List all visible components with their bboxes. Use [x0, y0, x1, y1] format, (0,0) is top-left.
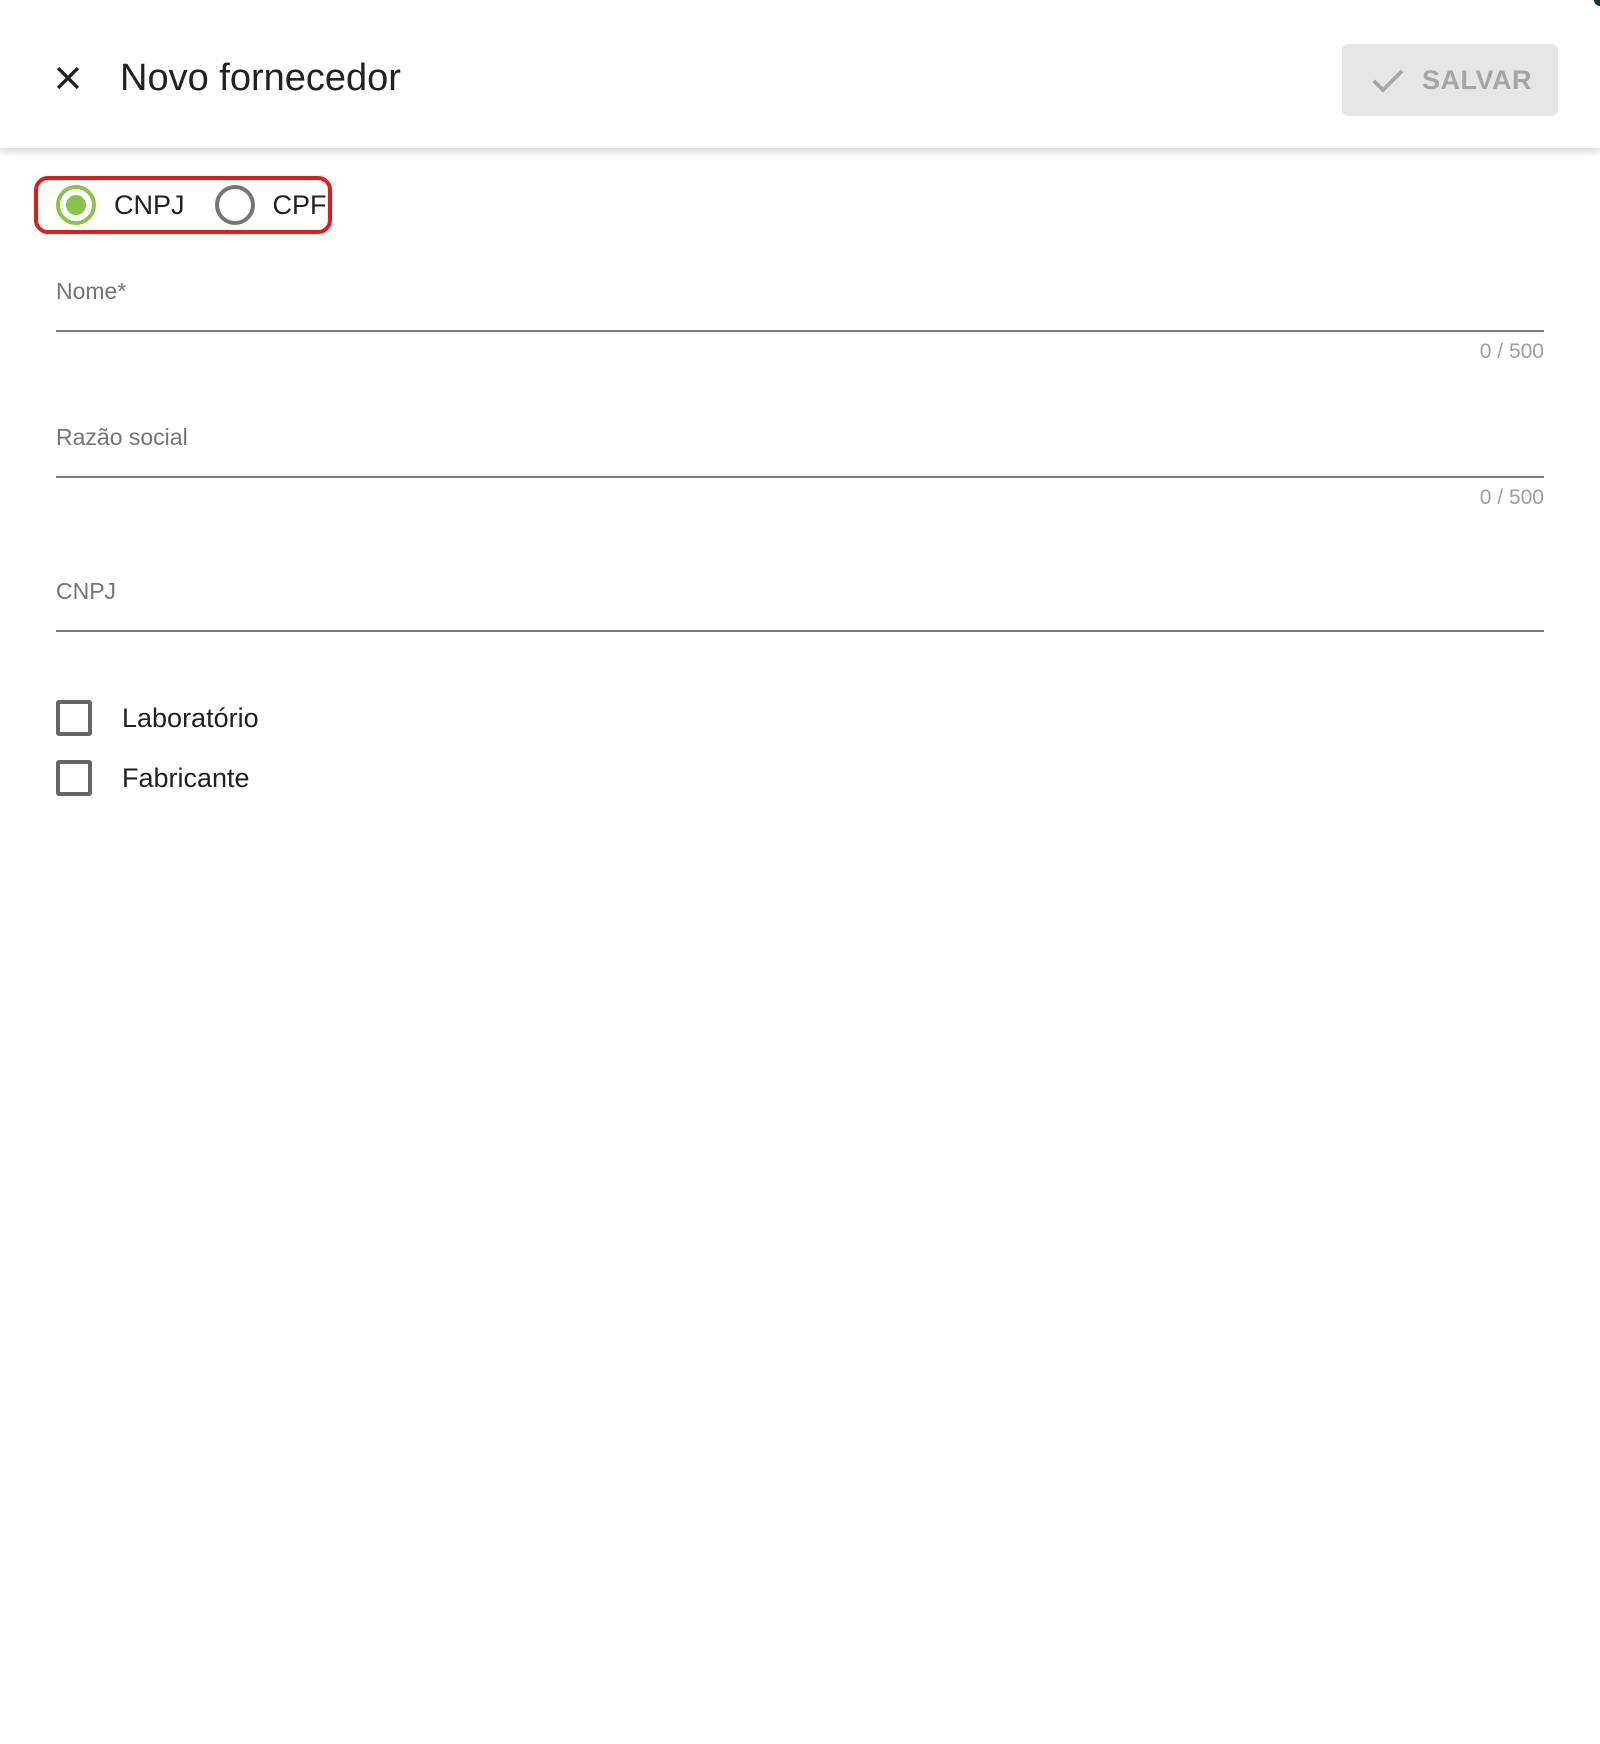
header-corner — [1594, 0, 1600, 6]
nome-char-counter: 0 / 500 — [1479, 340, 1544, 363]
radio-option-cnpj[interactable]: CNPJ — [56, 185, 185, 225]
radio-checked-icon — [56, 185, 96, 225]
radio-label-cnpj: CNPJ — [114, 189, 185, 220]
cnpj-underline — [56, 630, 1544, 632]
radio-option-cpf[interactable]: CPF — [214, 185, 327, 225]
new-supplier-dialog: Novo fornecedor SALVAR CNPJ CPF Nome* 0 … — [0, 0, 1600, 1744]
cnpj-field: CNPJ — [56, 568, 1544, 650]
razao-social-underline — [56, 476, 1544, 478]
cnpj-label: CNPJ — [56, 578, 117, 604]
close-icon — [56, 66, 80, 90]
nome-input[interactable] — [56, 306, 1544, 350]
checkbox-label-laboratorio: Laboratório — [122, 702, 259, 733]
radio-label-cpf: CPF — [272, 189, 327, 220]
checkbox-unchecked-icon — [56, 700, 92, 736]
nome-underline — [56, 330, 1544, 332]
razao-social-label: Razão social — [56, 424, 188, 450]
save-button-label: SALVAR — [1422, 64, 1532, 95]
radio-unchecked-icon — [214, 185, 255, 225]
dialog-header: Novo fornecedor SALVAR — [0, 0, 1600, 148]
document-type-radio-group: CNPJ CPF — [34, 176, 332, 234]
checkbox-unchecked-icon — [56, 760, 92, 796]
save-button[interactable]: SALVAR — [1342, 44, 1558, 116]
checkbox-fabricante[interactable]: Fabricante — [56, 760, 250, 796]
cnpj-input[interactable] — [56, 606, 1544, 650]
check-icon — [1372, 69, 1404, 93]
nome-label: Nome* — [56, 278, 127, 304]
razao-social-field: Razão social 0 / 500 — [56, 414, 1544, 514]
close-button[interactable] — [40, 50, 96, 106]
checkbox-laboratorio[interactable]: Laboratório — [56, 700, 259, 736]
razao-social-input[interactable] — [56, 452, 1544, 496]
radio-dot — [66, 195, 86, 215]
dialog-title: Novo fornecedor — [120, 57, 401, 99]
checkbox-label-fabricante: Fabricante — [122, 762, 250, 793]
nome-field: Nome* 0 / 500 — [56, 270, 1544, 370]
razao-social-char-counter: 0 / 500 — [1479, 486, 1544, 509]
